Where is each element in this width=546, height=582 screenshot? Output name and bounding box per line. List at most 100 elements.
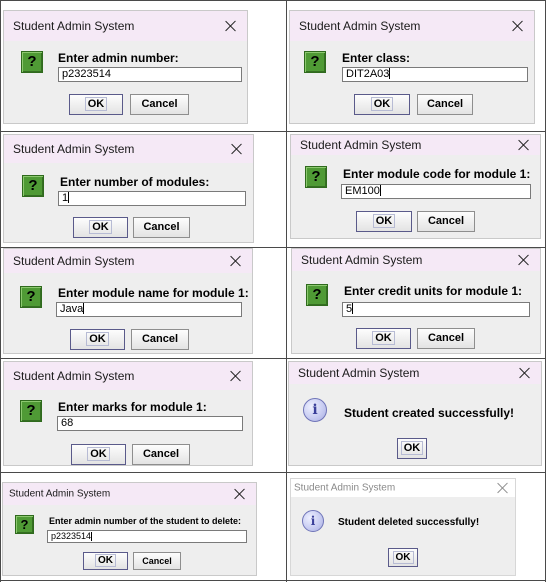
prompt-label: Enter module name for module 1: [58,286,249,300]
titlebar[interactable]: Student Admin System [289,362,541,384]
close-icon[interactable] [230,255,242,267]
ok-label: OK [87,447,110,461]
cancel-button[interactable]: Cancel [417,94,473,115]
ok-button[interactable]: OK [69,94,123,115]
question-icon: ? [305,166,327,188]
close-icon[interactable] [518,139,530,151]
window-title: Student Admin System [13,19,135,33]
dialog-student-deleted: Student Admin System i Student deleted s… [290,478,516,576]
cancel-button[interactable]: Cancel [131,329,189,350]
ok-label: OK [89,220,112,234]
prompt-label: Enter class: [342,51,411,65]
titlebar[interactable]: Student Admin System [291,135,540,155]
close-icon[interactable] [512,20,524,32]
titlebar[interactable]: Student Admin System [291,479,515,497]
ok-button[interactable]: OK [388,548,418,567]
ok-button[interactable]: OK [397,438,427,459]
ok-button[interactable]: OK [71,444,126,465]
ok-button[interactable]: OK [354,94,410,115]
dialog-number-of-modules: Student Admin System ? Enter number of m… [3,134,254,243]
dialog-module-code: Student Admin System ? Enter module code… [290,134,541,239]
question-icon: ? [15,515,34,534]
titlebar[interactable]: Student Admin System [4,11,247,41]
close-icon[interactable] [230,370,242,382]
cancel-label: Cancel [143,221,180,233]
modules-count-input[interactable]: 1 [58,191,246,206]
close-icon[interactable] [234,488,246,500]
info-icon: i [302,510,324,532]
close-icon[interactable] [497,482,509,494]
prompt-label: Enter marks for module 1: [58,400,207,414]
module-name-value: Java [60,303,84,315]
window-title: Student Admin System [13,142,135,156]
window-title: Student Admin System [298,366,420,380]
titlebar[interactable]: Student Admin System [4,362,252,390]
cancel-button[interactable]: Cancel [130,94,189,115]
cancel-label: Cancel [426,98,464,110]
ok-label: OK [84,97,108,111]
text-caret [389,68,391,79]
status-message: Student created successfully! [344,406,515,420]
cancel-label: Cancel [141,333,179,345]
text-caret [352,303,354,314]
prompt-label: Enter credit units for module 1: [344,284,523,298]
titlebar[interactable]: Student Admin System [292,249,540,271]
info-icon: i [303,398,327,422]
class-input[interactable]: DIT2A03 [342,67,528,82]
question-icon: ? [22,175,44,197]
window-title: Student Admin System [13,369,135,383]
question-icon: ? [21,51,43,73]
delete-admin-number-value: p2323514 [51,531,92,541]
question-icon: ? [306,284,328,306]
question-icon: ? [304,51,326,73]
dialog-admin-number: Student Admin System ? Enter admin numbe… [3,10,248,124]
admin-number-input[interactable]: p2323514 [58,67,242,82]
ok-label: OK [400,441,424,455]
module-code-value: EM100 [345,185,380,197]
text-caret [83,303,85,314]
titlebar[interactable]: Student Admin System [4,135,253,163]
prompt-label: Enter number of modules: [60,175,210,189]
credit-units-input[interactable]: 5 [342,302,530,317]
text-caret [68,192,70,203]
close-icon[interactable] [231,143,243,155]
cancel-label: Cancel [142,448,180,460]
class-input-value: DIT2A03 [346,68,390,80]
ok-label: OK [372,214,396,228]
delete-admin-number-input[interactable]: p2323514 [47,530,247,543]
cancel-label: Cancel [427,215,465,227]
ok-button[interactable]: OK [356,211,412,232]
titlebar[interactable]: Student Admin System [4,249,252,273]
module-code-input[interactable]: EM100 [341,184,531,199]
titlebar[interactable]: Student Admin System [3,483,256,505]
ok-label: OK [372,331,395,345]
dialog-student-created: Student Admin System i Student created s… [288,361,542,466]
ok-button[interactable]: OK [70,329,125,350]
module-name-input[interactable]: Java [56,302,242,317]
marks-input[interactable]: 68 [57,416,243,431]
ok-button[interactable]: OK [83,552,128,570]
close-icon[interactable] [225,20,237,32]
close-icon[interactable] [519,367,531,379]
prompt-label: Enter admin number: [58,51,179,65]
prompt-label: Enter module code for module 1: [343,167,531,181]
dialog-module-name: Student Admin System ? Enter module name… [3,248,253,354]
window-title: Student Admin System [9,488,111,500]
cancel-label: Cancel [141,98,178,110]
cancel-label: Cancel [142,556,172,566]
cancel-button[interactable]: Cancel [133,217,190,238]
cancel-button[interactable]: Cancel [132,444,190,465]
titlebar[interactable]: Student Admin System [290,11,534,41]
cancel-button[interactable]: Cancel [417,211,475,232]
window-title: Student Admin System [13,254,135,268]
close-icon[interactable] [518,254,530,266]
ok-label: OK [95,554,116,567]
ok-label: OK [392,551,414,564]
cancel-button[interactable]: Cancel [417,328,475,349]
ok-button[interactable]: OK [356,328,411,349]
dialog-marks: Student Admin System ? Enter marks for m… [3,361,253,466]
cancel-button[interactable]: Cancel [133,552,181,570]
cancel-label: Cancel [427,332,465,344]
ok-button[interactable]: OK [73,217,128,238]
question-icon: ? [20,400,42,422]
